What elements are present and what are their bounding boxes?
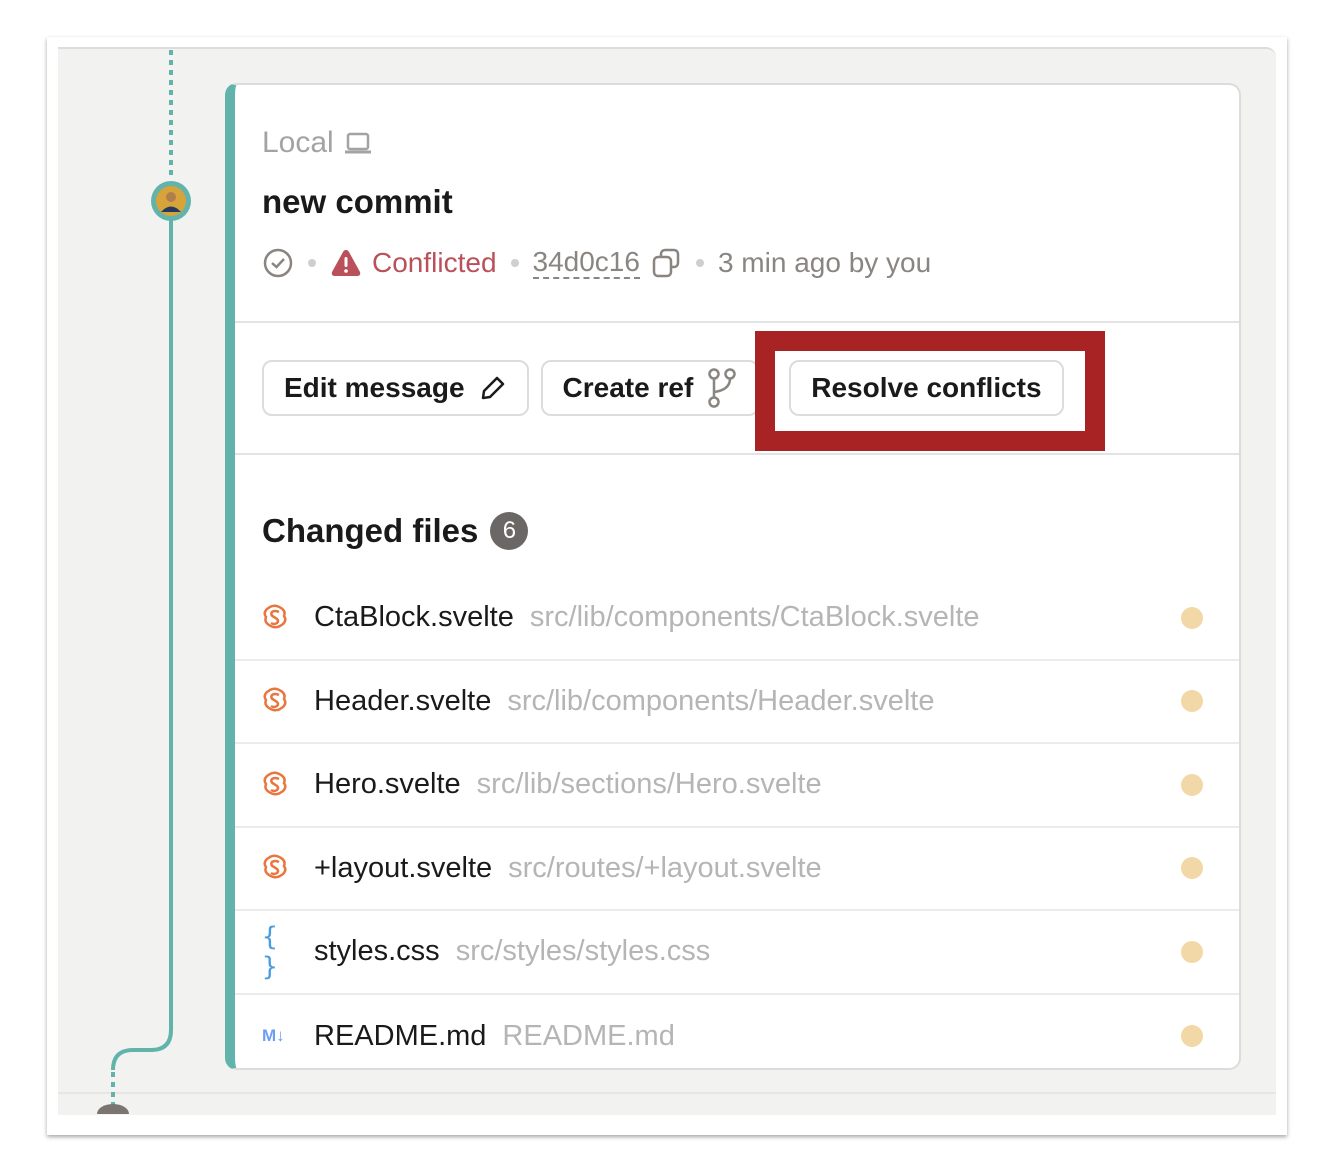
file-name: +layout.svelte <box>314 851 493 884</box>
lane-solid <box>111 220 173 1071</box>
file-name: Hero.svelte <box>314 768 461 801</box>
changed-files-title: Changed files <box>262 512 479 549</box>
file-row[interactable]: CtaBlock.svelte src/lib/components/CtaBl… <box>235 577 1239 661</box>
changed-files-count-badge: 6 <box>490 512 529 550</box>
separator-dot <box>695 259 704 267</box>
edit-message-label: Edit message <box>284 372 465 403</box>
svelte-icon <box>262 770 300 800</box>
markdown-icon: M↓ <box>262 1026 285 1046</box>
changed-files-header: Changed files 6 <box>235 455 1239 567</box>
changed-files-list: CtaBlock.svelte src/lib/components/CtaBl… <box>235 577 1239 1069</box>
commit-sha[interactable]: 34d0c16 <box>532 247 640 279</box>
separator-dot <box>510 259 519 267</box>
file-row[interactable]: { } styles.css src/styles/styles.css <box>235 911 1239 995</box>
file-row[interactable]: +layout.svelte src/routes/+layout.svelte <box>235 828 1239 911</box>
file-path: README.md <box>502 1019 675 1052</box>
modified-status-dot <box>1181 940 1203 963</box>
svelte-icon <box>262 686 300 716</box>
file-path: src/lib/components/CtaBlock.svelte <box>529 601 980 634</box>
location-label: Local <box>262 126 334 159</box>
commit-header: Local new commit Conflicted 34d0c16 3 mi… <box>235 85 1239 323</box>
modified-status-dot <box>1181 773 1203 796</box>
file-name: CtaBlock.svelte <box>314 601 514 634</box>
commit-card: Local new commit Conflicted 34d0c16 3 mi… <box>225 83 1241 1070</box>
copy-icon[interactable] <box>650 247 682 279</box>
create-ref-label: Create ref <box>562 372 694 403</box>
create-ref-button[interactable]: Create ref <box>540 360 760 416</box>
commit-time: 3 min ago by you <box>717 247 932 278</box>
file-path: src/styles/styles.css <box>455 935 711 968</box>
modified-status-dot <box>1181 857 1203 880</box>
commit-actions: Edit message Create ref Resolve conflict… <box>235 323 1239 455</box>
file-row[interactable]: Header.svelte src/lib/components/Header.… <box>235 661 1239 744</box>
warning-icon <box>331 250 361 276</box>
file-name: Header.svelte <box>314 684 492 717</box>
file-name: README.md <box>314 1019 487 1052</box>
resolve-conflicts-button[interactable]: Resolve conflicts <box>789 360 1064 416</box>
separator-dot <box>308 259 316 267</box>
check-circle-icon <box>263 248 293 278</box>
file-path: src/routes/+layout.svelte <box>508 851 822 884</box>
conflict-status: Conflicted <box>372 247 497 278</box>
commit-title: new commit <box>262 183 453 220</box>
pencil-icon <box>481 376 504 400</box>
file-path: src/lib/sections/Hero.svelte <box>476 768 822 801</box>
next-commit-node <box>97 1104 129 1114</box>
file-row[interactable]: M↓ README.md README.md <box>235 995 1239 1069</box>
commit-location: Local <box>262 125 1239 161</box>
branch-icon <box>708 368 737 408</box>
svelte-icon <box>262 603 300 633</box>
file-name: styles.css <box>314 935 440 968</box>
modified-status-dot <box>1181 606 1203 629</box>
css-braces-icon: { } <box>262 921 278 982</box>
resolve-conflicts-label: Resolve conflicts <box>811 372 1042 403</box>
edit-message-button[interactable]: Edit message <box>262 360 529 416</box>
modified-status-dot <box>1181 690 1203 713</box>
modified-status-dot <box>1181 1025 1203 1048</box>
file-row[interactable]: Hero.svelte src/lib/sections/Hero.svelte <box>235 744 1239 828</box>
laptop-icon <box>344 132 371 154</box>
file-path: src/lib/components/Header.svelte <box>507 684 935 717</box>
commit-meta: Conflicted 34d0c16 3 min ago by you <box>262 243 1239 283</box>
svelte-icon <box>262 853 300 883</box>
